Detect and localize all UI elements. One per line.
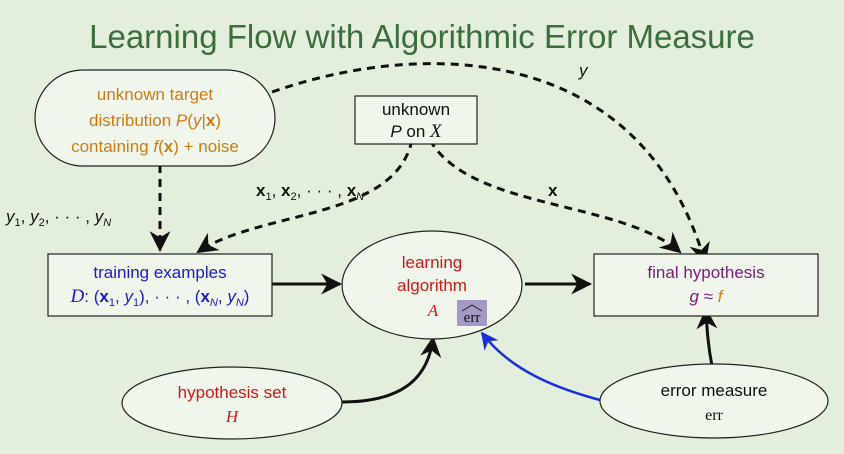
edge-label-x: x: [548, 181, 558, 200]
edge-label-y: y: [578, 61, 589, 80]
training-line2: D: (x1, y1), · · · , (xN, yN): [70, 286, 250, 309]
node-training-examples: training examples D: (x1, y1), · · · , (…: [47, 253, 273, 317]
err-hat-badge: err: [457, 300, 487, 326]
input-line2: P on X: [390, 121, 443, 142]
node-learning-algorithm: learning algorithm A err: [341, 230, 523, 340]
learning-flow-diagram: unknown target distribution P(y|x) conta…: [5, 61, 829, 440]
algorithm-line1: learning: [402, 253, 463, 272]
node-hypothesis-set: hypothesis set H: [121, 366, 343, 440]
hypothesis-symbol: H: [225, 407, 240, 426]
algorithm-line2: algorithm: [397, 276, 467, 295]
target-line2: distribution P(y|x): [89, 111, 221, 130]
final-line1: final hypothesis: [647, 263, 764, 282]
node-final-hypothesis: final hypothesis g ≈ f: [593, 253, 819, 317]
edge-error-to-final: [696, 307, 718, 367]
edge-error-to-errhat: [480, 331, 601, 402]
error-line1: error measure: [661, 381, 768, 400]
edge-label-xs: x1, x2, · · · , xN: [256, 181, 364, 203]
target-line3: containing f(x) + noise: [71, 137, 239, 156]
edge-target-to-final: [271, 62, 710, 265]
err-hat-text: err: [464, 310, 481, 326]
target-line1: unknown target: [97, 85, 214, 104]
node-error-measure: error measure err: [599, 363, 829, 439]
slide: Learning Flow with Algorithmic Error Mea…: [0, 0, 844, 454]
algorithm-symbol: A: [427, 301, 439, 320]
input-line1: unknown: [382, 100, 450, 119]
node-target-distribution: unknown target distribution P(y|x) conta…: [34, 69, 276, 167]
hypothesis-line1: hypothesis set: [178, 383, 287, 402]
node-input-distribution: unknown P on X: [354, 95, 478, 145]
final-line2: g ≈ f: [690, 287, 725, 306]
edge-hypothesis-to-algorithm: [341, 335, 442, 404]
edge-label-ys: y1, y2, · · · , yN: [5, 207, 111, 229]
error-line2: err: [705, 407, 723, 424]
training-line1: training examples: [93, 263, 226, 282]
